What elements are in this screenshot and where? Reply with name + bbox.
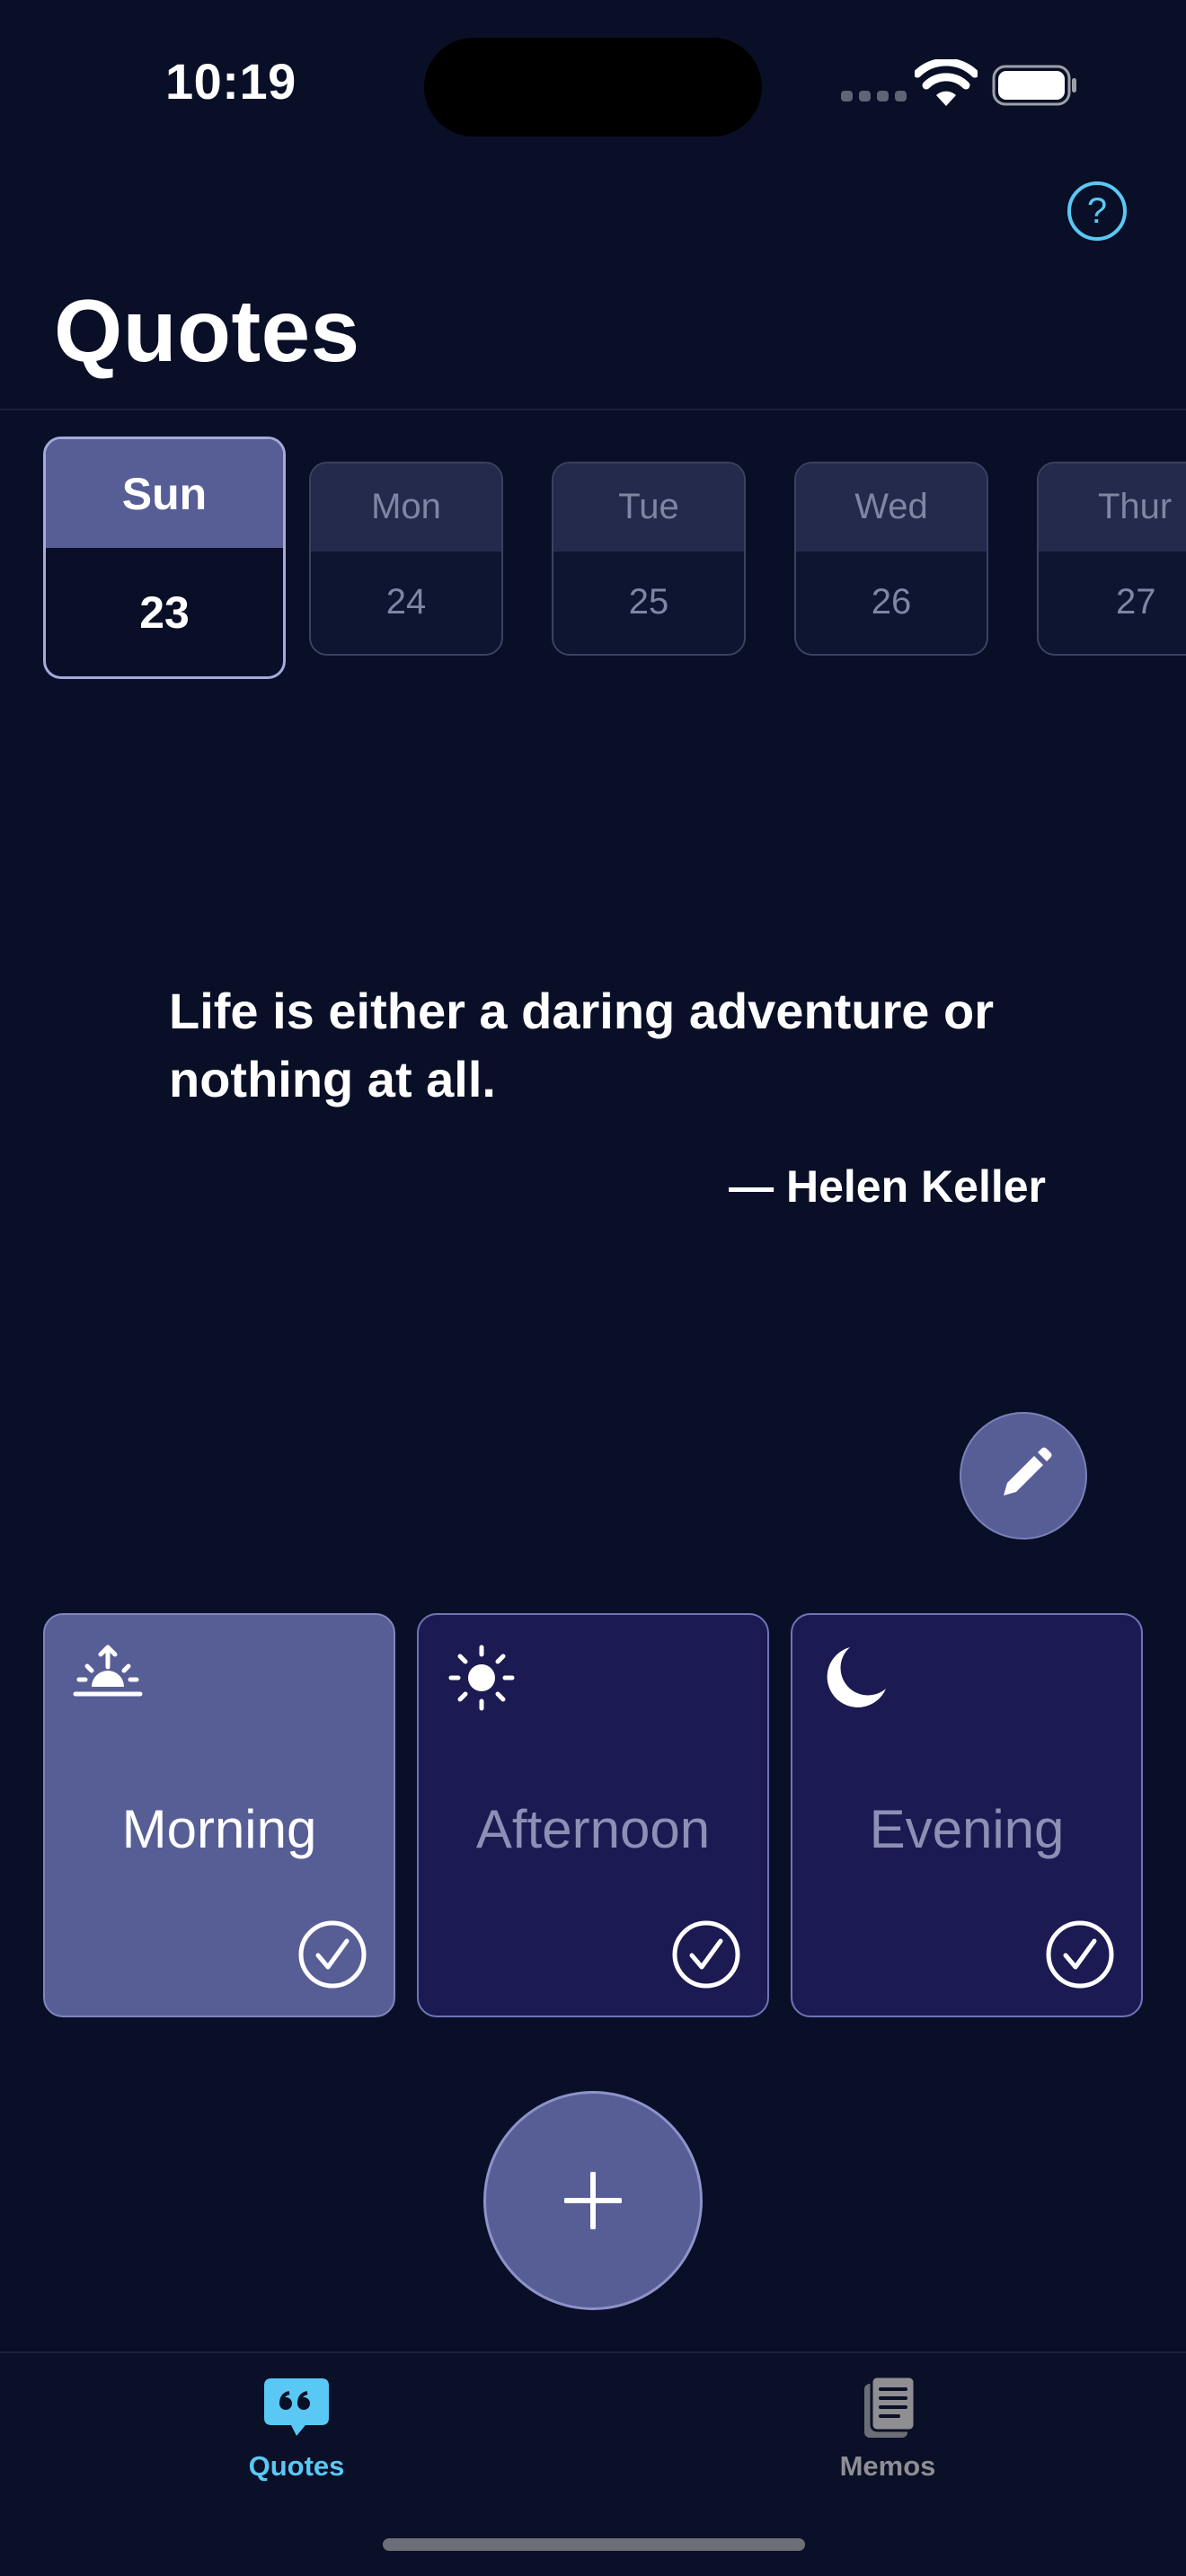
memo-document-icon xyxy=(864,2375,916,2438)
checkmark-circle-icon[interactable] xyxy=(296,1919,368,1990)
day-date: 27 xyxy=(1116,582,1156,622)
help-button[interactable]: ? xyxy=(1067,181,1127,241)
day-date: 26 xyxy=(871,582,912,622)
morning-card[interactable]: Morning xyxy=(43,1613,395,2017)
dynamic-island xyxy=(424,38,762,137)
day-name: Sun xyxy=(46,439,283,549)
quote-bubble-icon xyxy=(264,2378,329,2436)
tab-label: Memos xyxy=(839,2450,936,2482)
day-name: Wed xyxy=(796,463,987,551)
tab-label: Quotes xyxy=(248,2450,345,2482)
plus-icon xyxy=(564,2172,622,2229)
wifi-icon xyxy=(915,59,978,106)
cellular-signal-icon xyxy=(841,91,907,101)
day-card-wed[interactable]: Wed 26 xyxy=(794,462,988,656)
quote-text: Life is either a daring adventure or not… xyxy=(169,983,995,1107)
checkmark-circle-icon[interactable] xyxy=(1044,1919,1116,1990)
sunrise-icon xyxy=(73,1645,143,1697)
sun-icon xyxy=(448,1645,515,1711)
pencil-icon xyxy=(1004,1447,1052,1495)
edit-quote-button[interactable] xyxy=(960,1412,1087,1539)
status-time: 10:19 xyxy=(165,53,296,110)
morning-label: Morning xyxy=(121,1799,317,1859)
day-name: Mon xyxy=(311,463,501,551)
moon-icon xyxy=(827,1647,886,1707)
checkmark-circle-icon[interactable] xyxy=(670,1919,742,1990)
day-card-sun[interactable]: Sun 23 xyxy=(43,437,286,679)
add-quote-button[interactable] xyxy=(483,2091,703,2310)
day-date: 23 xyxy=(139,587,190,638)
day-date: 25 xyxy=(628,582,669,622)
day-date: 24 xyxy=(385,582,427,622)
day-name: Thur xyxy=(1039,463,1186,551)
afternoon-card[interactable]: Afternoon xyxy=(417,1613,769,2017)
header-divider xyxy=(0,409,1186,410)
tab-quotes[interactable]: Quotes xyxy=(189,2371,404,2506)
evening-label: Evening xyxy=(869,1799,1065,1859)
day-card-tue[interactable]: Tue 25 xyxy=(552,462,746,656)
afternoon-label: Afternoon xyxy=(475,1799,711,1859)
quote-author: — Helen Keller xyxy=(729,1161,1046,1212)
day-name: Tue xyxy=(553,463,744,551)
battery-icon xyxy=(992,65,1076,106)
evening-card[interactable]: Evening xyxy=(791,1613,1143,2017)
help-icon: ? xyxy=(1086,190,1108,231)
day-card-thur[interactable]: Thur 27 xyxy=(1037,462,1186,656)
quotes-screen: 10:19 ? Quotes Sun 23 Mon 24 Tue 25 Wed … xyxy=(0,0,1186,2576)
day-card-mon[interactable]: Mon 24 xyxy=(309,462,503,656)
tab-memos[interactable]: Memos xyxy=(780,2371,996,2506)
page-title: Quotes xyxy=(54,281,360,380)
home-indicator xyxy=(383,2538,805,2551)
